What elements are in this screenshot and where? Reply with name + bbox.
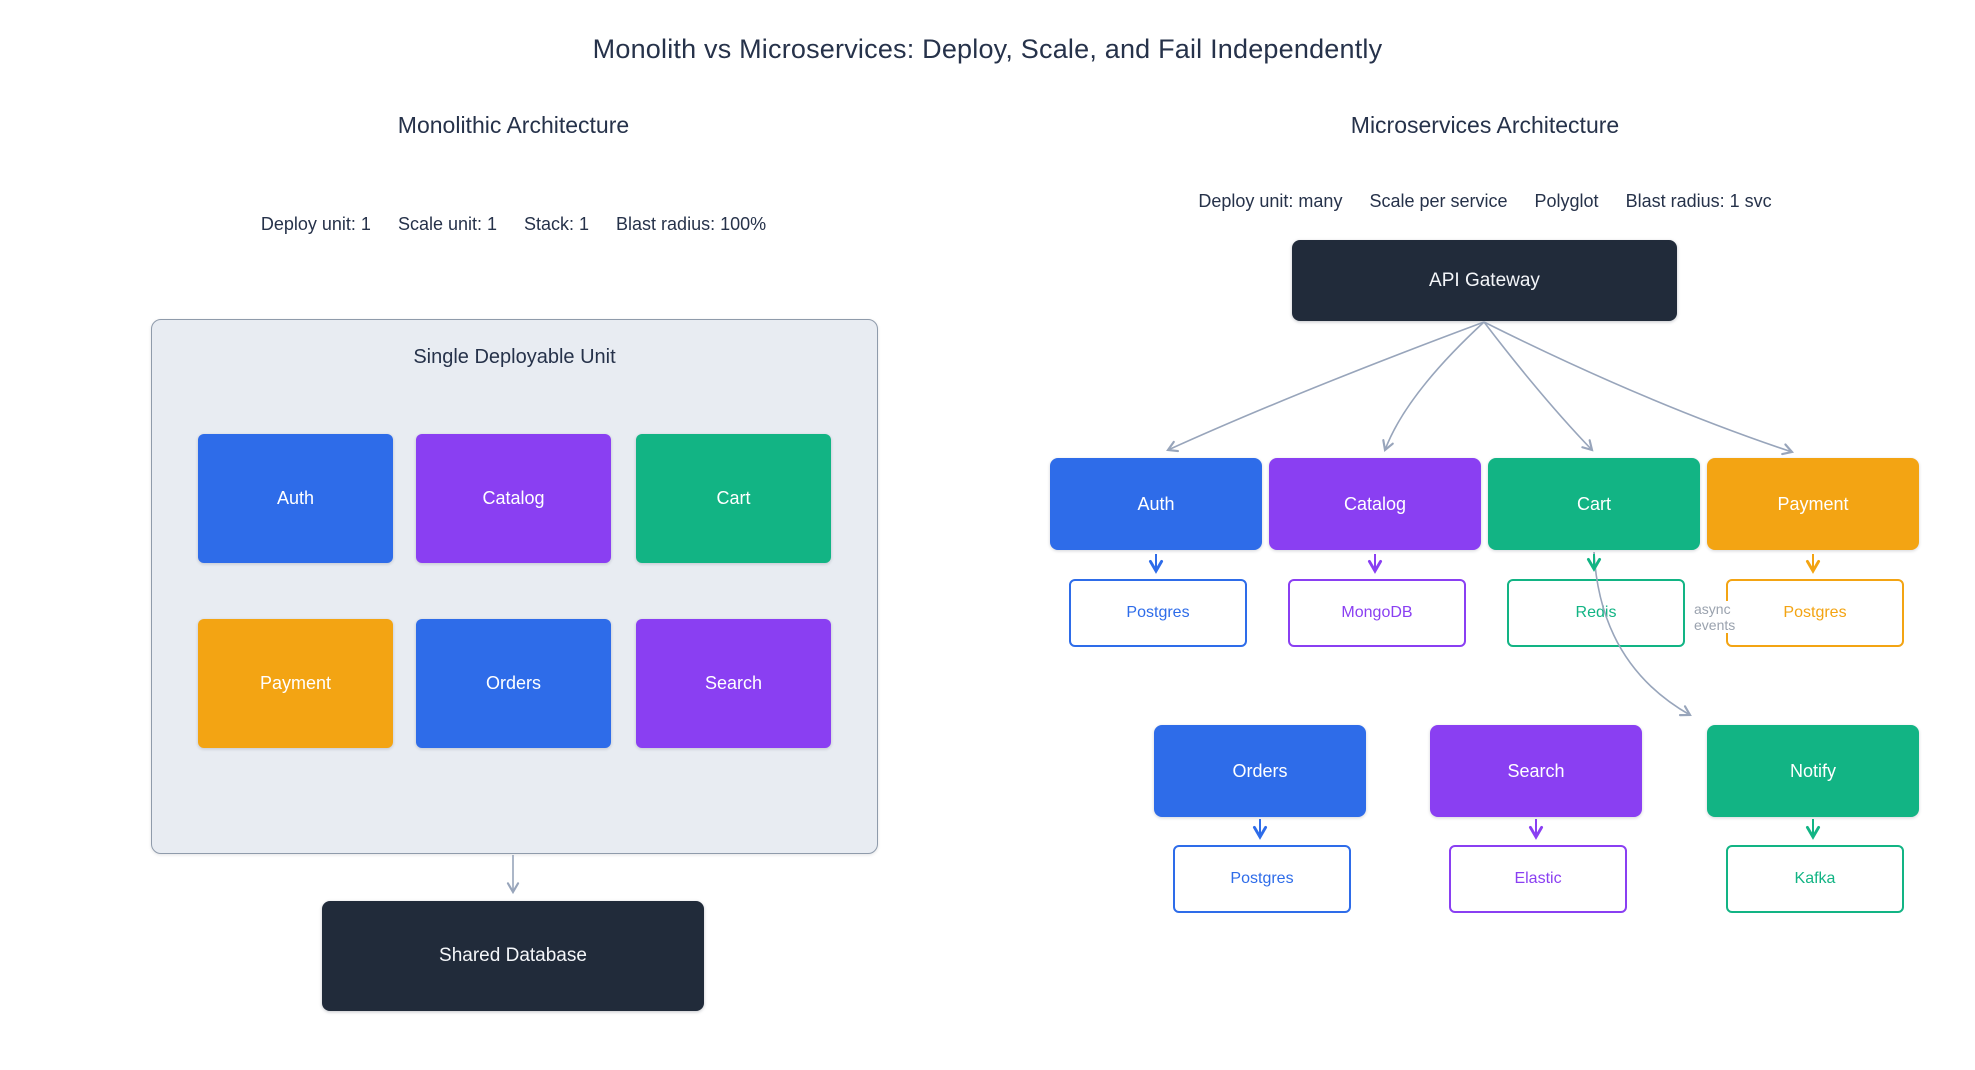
service-auth: Auth [1050,458,1262,550]
panel-label: Single Deployable Unit [152,346,877,369]
microservices-stats: Deploy unit: many Scale per service Poly… [1050,191,1920,212]
db-payment-postgres: Postgres [1726,579,1904,647]
arrow-gateway-to-cart [1484,322,1592,450]
service-catalog: Catalog [1269,458,1481,550]
async-events-label: async events [1694,601,1750,633]
stat-item: Deploy unit: 1 [261,214,371,235]
service-search: Search [1430,725,1642,817]
db-orders-postgres: Postgres [1173,845,1351,913]
stat-item: Stack: 1 [524,214,589,235]
db-auth-postgres: Postgres [1069,579,1247,647]
db-notify-kafka: Kafka [1726,845,1904,913]
module-payment: Payment [198,619,393,748]
stat-item: Scale per service [1369,191,1507,212]
db-search-elastic: Elastic [1449,845,1627,913]
monolith-heading: Monolithic Architecture [151,112,876,139]
arrow-gateway-to-catalog [1385,322,1484,450]
stat-item: Scale unit: 1 [398,214,497,235]
api-gateway-box: API Gateway [1292,240,1677,321]
service-orders: Orders [1154,725,1366,817]
arrow-gateway-to-payment [1484,322,1792,452]
microservices-heading: Microservices Architecture [1050,112,1920,139]
monolith-stats: Deploy unit: 1 Scale unit: 1 Stack: 1 Bl… [151,214,876,235]
stat-item: Blast radius: 100% [616,214,766,235]
module-auth: Auth [198,434,393,563]
stat-item: Polyglot [1535,191,1599,212]
shared-database-box: Shared Database [322,901,704,1011]
stat-item: Deploy unit: many [1198,191,1342,212]
module-catalog: Catalog [416,434,611,563]
service-notify: Notify [1707,725,1919,817]
service-payment: Payment [1707,458,1919,550]
module-orders: Orders [416,619,611,748]
service-cart: Cart [1488,458,1700,550]
diagram-canvas: Monolith vs Microservices: Deploy, Scale… [0,0,1975,1070]
arrow-gateway-to-auth [1168,322,1484,450]
single-deployable-unit-panel: Single Deployable Unit Auth Catalog Cart… [151,319,878,854]
page-title: Monolith vs Microservices: Deploy, Scale… [0,34,1975,65]
module-cart: Cart [636,434,831,563]
module-search: Search [636,619,831,748]
stat-item: Blast radius: 1 svc [1626,191,1772,212]
db-catalog-mongodb: MongoDB [1288,579,1466,647]
db-cart-redis: Redis [1507,579,1685,647]
